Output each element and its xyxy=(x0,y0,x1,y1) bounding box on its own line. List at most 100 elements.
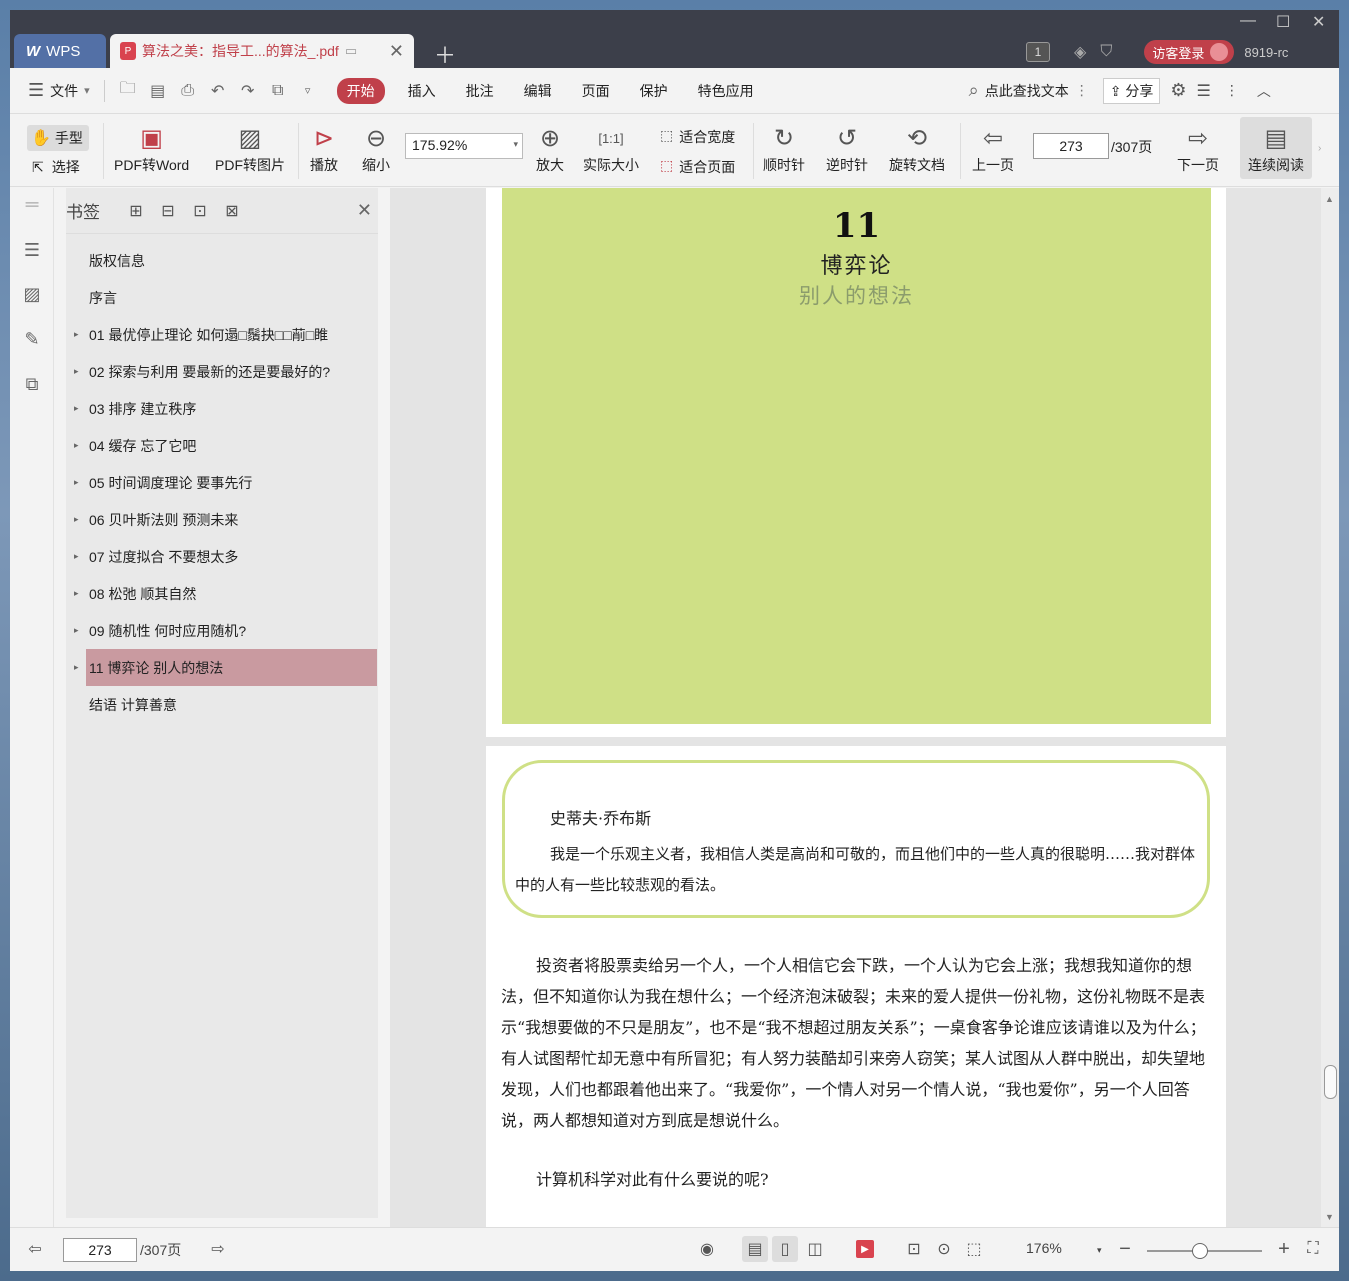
expand-arrow-icon[interactable]: ▸ xyxy=(74,440,79,451)
zoom-slider[interactable] xyxy=(1147,1243,1262,1259)
attachment-icon[interactable]: ⧉ xyxy=(21,374,43,396)
monitor-icon[interactable]: ▭ xyxy=(345,43,357,59)
play-mode-icon[interactable]: ▶ xyxy=(852,1236,878,1262)
collapse-ribbon-icon[interactable]: ︿ xyxy=(1257,81,1271,101)
status-prev-page-icon[interactable]: ⇦ xyxy=(22,1236,48,1262)
redo-icon[interactable]: ↷ xyxy=(233,81,263,101)
close-tab-icon[interactable]: ✕ xyxy=(389,41,404,62)
fit-page-status-icon[interactable]: ⊙ xyxy=(931,1236,957,1262)
expand-arrow-icon[interactable]: ▸ xyxy=(74,329,79,340)
bookmark-list-icon[interactable]: ☰ xyxy=(21,240,43,262)
bookmark-item[interactable]: ▸ 07 过度拟合 不要想太多 xyxy=(66,538,378,575)
rotate-document-button[interactable]: ⟲ 旋转文档 xyxy=(889,121,945,175)
play-button[interactable]: ⊳ 播放 xyxy=(310,121,338,175)
open-folder-icon[interactable]: 🗀 xyxy=(113,77,143,104)
expand-all-icon[interactable]: ⊞ xyxy=(120,201,152,221)
vertical-scrollbar[interactable]: ▲ ▼ xyxy=(1321,188,1339,1227)
shirt-icon[interactable]: ⛉ xyxy=(1100,43,1112,61)
eye-protection-icon[interactable]: ◉ xyxy=(694,1236,720,1262)
share-button[interactable]: ⇪ 分享 xyxy=(1102,77,1161,104)
bookmark-item[interactable]: ▸ 09 随机性 何时应用随机? xyxy=(66,612,378,649)
fit-page-button[interactable]: ⬚ 适合页面 xyxy=(660,157,735,177)
tab-start[interactable]: 开始 xyxy=(336,77,385,104)
rotate-clockwise-button[interactable]: ↻ 顺时针 xyxy=(763,121,805,175)
tab-special[interactable]: 特色应用 xyxy=(698,81,754,101)
tab-page[interactable]: 页面 xyxy=(582,81,610,101)
close-window-icon[interactable]: ✕ xyxy=(1312,12,1325,32)
zoom-slider-knob[interactable] xyxy=(1192,1243,1208,1259)
tab-insert[interactable]: 插入 xyxy=(408,81,436,101)
skin-icon[interactable]: ◈ xyxy=(1074,42,1086,62)
expand-arrow-icon[interactable]: ▸ xyxy=(74,477,79,488)
file-menu[interactable]: 文件 xyxy=(50,81,78,101)
collapse-all-icon[interactable]: ⊟ xyxy=(152,201,184,221)
hand-tool-button[interactable]: ✋ 手型 xyxy=(27,125,89,151)
annotation-icon[interactable]: ✎ xyxy=(21,329,43,351)
chevron-down-icon[interactable]: ▾ xyxy=(84,84,90,97)
more-dropdown-icon[interactable]: ▿ xyxy=(293,84,323,97)
search-text-button[interactable]: 点此查找文本 xyxy=(985,81,1069,101)
rotate-counterclockwise-button[interactable]: ↺ 逆时针 xyxy=(826,121,868,175)
pdf-to-word-button[interactable]: ▣ PDF转Word xyxy=(114,121,189,175)
expand-arrow-icon[interactable]: ▸ xyxy=(74,662,79,673)
zoom-in-button[interactable]: ⊕ 放大 xyxy=(536,121,564,175)
scroll-up-icon[interactable]: ▲ xyxy=(1325,194,1334,204)
bookmark-item[interactable]: ▸ 04 缓存 忘了它吧 xyxy=(66,427,378,464)
drag-handle-icon[interactable]: ═ xyxy=(21,194,43,216)
select-tool-button[interactable]: ⇱ 选择 xyxy=(32,157,80,177)
bookmark-item[interactable]: ▸ 08 松弛 顺其自然 xyxy=(66,575,378,612)
zoom-dropdown-icon[interactable]: ▾ xyxy=(1097,1245,1102,1256)
document-view[interactable]: 11 博弈论 别人的想法 史蒂夫·乔布斯 我是一个乐观主义者，我相信人类是高尚和… xyxy=(390,188,1321,1227)
search-icon[interactable]: ⌕ xyxy=(969,80,979,101)
comment-icon[interactable]: ☰ xyxy=(1197,81,1211,101)
expand-arrow-icon[interactable]: ▸ xyxy=(74,588,79,599)
status-next-page-icon[interactable]: ⇨ xyxy=(205,1236,231,1262)
bookmark-item[interactable]: ▸ 06 贝叶斯法则 预测未来 xyxy=(66,501,378,538)
bookmark-item[interactable]: ▸ 03 排序 建立秩序 xyxy=(66,390,378,427)
minimize-icon[interactable]: — xyxy=(1240,12,1256,30)
bookmark-item[interactable]: 结语 计算善意 xyxy=(66,686,378,723)
zoom-select[interactable]: 175.92% ▾ xyxy=(405,133,523,159)
prev-page-button[interactable]: ⇦ 上一页 xyxy=(972,121,1014,175)
bookmark-item[interactable]: ▸ 05 时间调度理论 要事先行 xyxy=(66,464,378,501)
continuous-reading-button[interactable]: ▤ 连续阅读 xyxy=(1240,117,1312,179)
fit-width-button[interactable]: ⬚ 适合宽度 xyxy=(660,127,735,147)
actual-size-button[interactable]: [1:1] 实际大小 xyxy=(583,121,639,175)
hamburger-icon[interactable]: ☰ xyxy=(28,80,44,101)
bookmark-item[interactable]: ▸ 01 最优停止理论 如何遢□鬚抉□□萷□睢 xyxy=(66,316,378,353)
status-zoom-value[interactable]: 176% xyxy=(1026,1240,1062,1256)
document-tab[interactable]: P 算法之美：指导工...的算法_.pdf ▭ ✕ xyxy=(110,34,414,68)
status-page-input[interactable]: 273 xyxy=(63,1238,137,1262)
thumbnail-icon[interactable]: ▨ xyxy=(21,284,43,306)
fullscreen-icon[interactable]: ⛶ xyxy=(1300,1236,1326,1262)
zoom-plus-icon[interactable]: + xyxy=(1271,1236,1297,1262)
tab-edit[interactable]: 编辑 xyxy=(524,81,552,101)
wps-home-tab[interactable]: W WPS xyxy=(14,34,106,68)
continuous-view-icon[interactable]: ▤ xyxy=(742,1236,768,1262)
close-panel-icon[interactable]: ✕ xyxy=(357,200,372,221)
expand-arrow-icon[interactable]: ▸ xyxy=(74,366,79,377)
bookmark-item[interactable]: ▸ 02 探索与利用 要最新的还是要最好的? xyxy=(66,353,378,390)
export-image-icon[interactable]: ⧉ xyxy=(263,82,293,100)
undo-icon[interactable]: ↶ xyxy=(203,81,233,101)
new-tab-icon[interactable]: ＋ xyxy=(434,38,456,70)
expand-arrow-icon[interactable]: ▸ xyxy=(74,625,79,636)
fit-width-status-icon[interactable]: ⬚ xyxy=(961,1236,987,1262)
zoom-out-button[interactable]: ⊖ 缩小 xyxy=(362,121,390,175)
more-options-icon[interactable]: ⋮ xyxy=(1225,82,1239,99)
next-page-button[interactable]: ⇨ 下一页 xyxy=(1177,121,1219,175)
scroll-down-icon[interactable]: ▼ xyxy=(1325,1212,1334,1222)
double-page-view-icon[interactable]: ◫ xyxy=(802,1236,828,1262)
zoom-dropdown-icon[interactable]: ▾ xyxy=(513,139,518,150)
tab-annotate[interactable]: 批注 xyxy=(466,81,494,101)
page-number-input[interactable]: 273 xyxy=(1033,133,1109,159)
more-vertical-icon[interactable]: ⋮ xyxy=(1075,82,1089,99)
maximize-icon[interactable]: ☐ xyxy=(1276,12,1290,32)
gear-icon[interactable]: ⚙ xyxy=(1170,80,1186,101)
expand-arrow-icon[interactable]: ▸ xyxy=(74,514,79,525)
expand-arrow-icon[interactable]: ▸ xyxy=(74,551,79,562)
window-count-badge[interactable]: 1 xyxy=(1026,42,1050,62)
bookmark-item[interactable]: 序言 xyxy=(66,279,378,316)
single-page-view-icon[interactable]: ▯ xyxy=(772,1236,798,1262)
bookmark-item[interactable]: 版权信息 xyxy=(66,242,378,279)
